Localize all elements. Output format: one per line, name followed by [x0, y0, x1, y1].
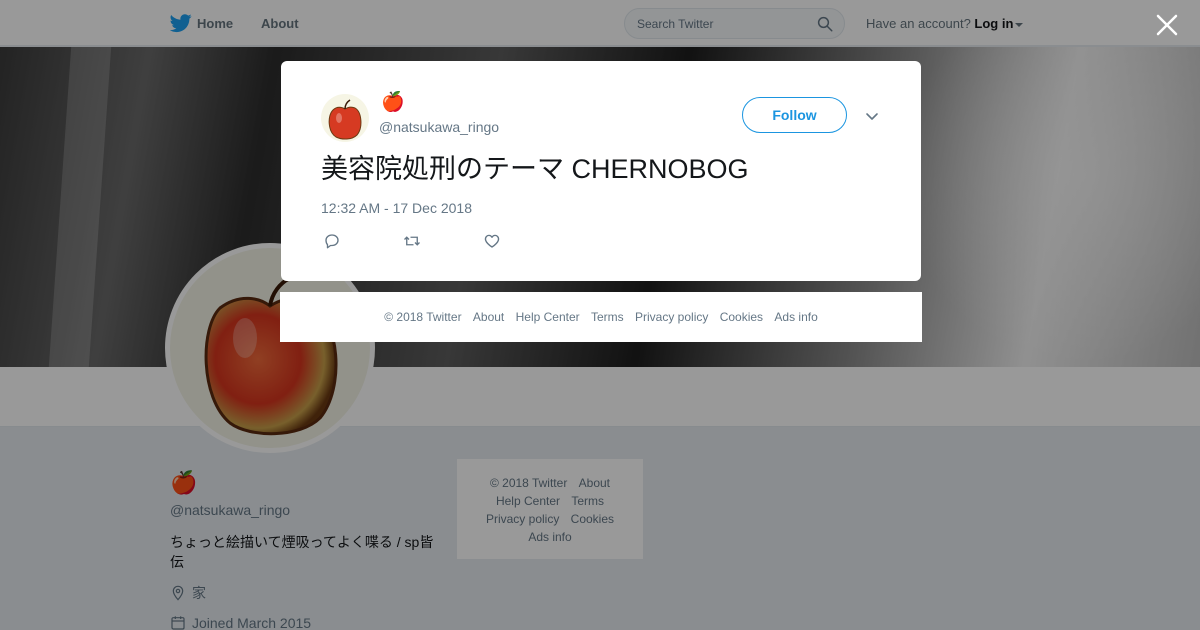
modal-footer-ads-link[interactable]: Ads info — [774, 310, 817, 324]
tweet-author-handle[interactable]: @natsukawa_ringo — [379, 119, 499, 135]
modal-footer-privacy-link[interactable]: Privacy policy — [635, 310, 708, 324]
tweet-timestamp[interactable]: 12:32 AM - 17 Dec 2018 — [321, 200, 472, 216]
modal-footer: © 2018 Twitter About Help Center Terms P… — [280, 292, 922, 342]
modal-footer-copyright: © 2018 Twitter — [384, 310, 462, 324]
modal-footer-about-link[interactable]: About — [473, 310, 504, 324]
follow-button[interactable]: Follow — [742, 97, 847, 133]
apple-image — [328, 99, 362, 140]
modal-footer-cookies-link[interactable]: Cookies — [720, 310, 763, 324]
heart-icon[interactable] — [483, 232, 501, 250]
tweet-author-avatar[interactable] — [321, 94, 369, 142]
close-icon[interactable] — [1154, 12, 1180, 38]
modal-footer-terms-link[interactable]: Terms — [591, 310, 624, 324]
chevron-down-icon[interactable] — [864, 108, 880, 124]
reply-icon[interactable] — [323, 232, 341, 250]
tweet-author-name[interactable]: 🍎 — [381, 91, 405, 115]
retweet-icon[interactable] — [403, 232, 421, 250]
modal-footer-help-link[interactable]: Help Center — [516, 310, 580, 324]
tweet-text: 美容院処刑のテーマ CHERNOBOG — [321, 154, 749, 184]
tweet-card: 🍎 @natsukawa_ringo Follow 美容院処刑のテーマ CHER… — [281, 61, 921, 281]
